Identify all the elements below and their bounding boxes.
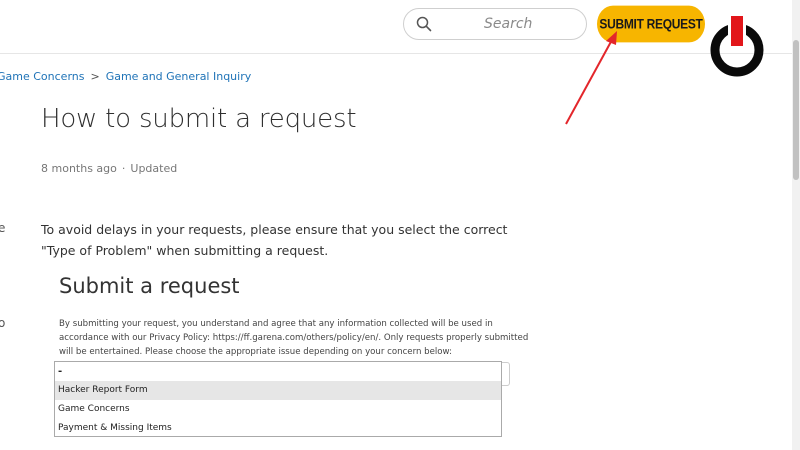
meta-separator: · (121, 162, 126, 175)
scrollbar-thumb[interactable] (793, 40, 799, 180)
search-icon (416, 16, 432, 32)
article-meta: 8 months ago · Updated (41, 162, 177, 175)
dropdown-option-game-concerns[interactable]: Game Concerns (55, 400, 501, 419)
dropdown-selected-value[interactable]: - (55, 362, 501, 381)
header-divider (0, 53, 792, 54)
article-updated: Updated (130, 162, 178, 175)
article-time: 8 months ago (41, 162, 117, 175)
submit-request-button[interactable]: SUBMIT REQUEST (597, 5, 705, 43)
breadcrumb-item-game-concerns[interactable]: Game Concerns (0, 70, 84, 83)
issue-dropdown[interactable]: - Hacker Report Form Game Concerns Payme… (54, 361, 502, 437)
page-scrollbar[interactable] (792, 0, 800, 450)
embedded-form-screenshot: Submit a request By submitting your requ… (54, 268, 528, 450)
breadcrumb: Game Concerns > Game and General Inquiry (0, 70, 251, 83)
breadcrumb-separator: > (90, 70, 100, 83)
search-placeholder: Search (484, 16, 533, 32)
dropdown-option-hacker-report[interactable]: Hacker Report Form (55, 381, 501, 400)
breadcrumb-item-game-and-general-inquiry[interactable]: Game and General Inquiry (106, 70, 252, 83)
power-icon (710, 16, 764, 77)
sidebar-partial-text: e (0, 221, 6, 235)
article-body: To avoid delays in your requests, please… (41, 222, 508, 258)
search-input[interactable]: Search (403, 8, 587, 40)
dropdown-option-payment[interactable]: Payment & Missing Items (55, 419, 501, 438)
form-description: By submitting your request, you understa… (59, 319, 529, 357)
page-title: How to submit a request (41, 104, 357, 134)
form-title: Submit a request (59, 274, 240, 298)
sidebar-partial-text: o (0, 316, 6, 330)
